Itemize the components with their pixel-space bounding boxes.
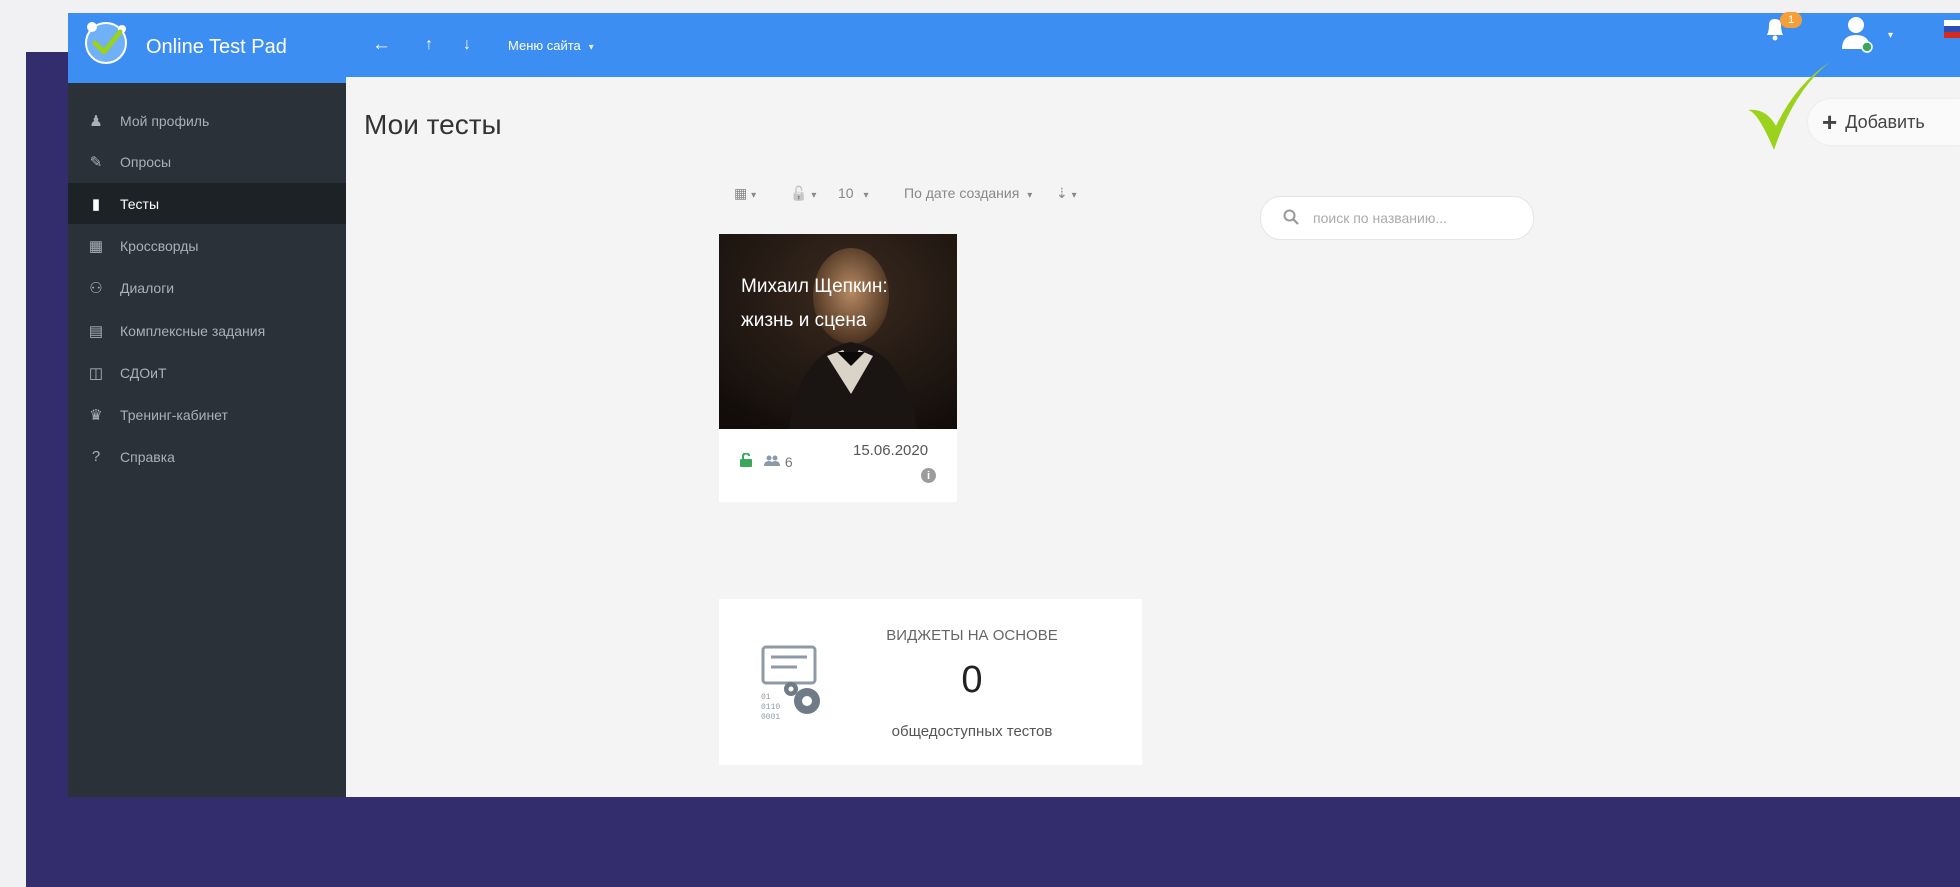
users-icon — [764, 455, 780, 466]
header-gap — [1232, 77, 1960, 85]
grid-view-icon: ▦ — [734, 185, 748, 201]
widgets-count: 0 — [961, 659, 983, 701]
tasks-icon: ▤ — [88, 322, 104, 340]
dialogs-icon: ⚇ — [89, 279, 103, 297]
brand-name[interactable]: Online Test Pad — [146, 36, 287, 59]
sidebar-item-tests[interactable]: ▮ Тесты — [68, 183, 346, 224]
sidebar-item-profile[interactable]: ♟ Мой профиль — [68, 100, 346, 141]
search-placeholder: поиск по названию... — [1313, 210, 1448, 226]
user-icon: ♟ — [89, 112, 103, 130]
chevron-down-icon: ▾ — [1027, 190, 1033, 201]
sort-label: По дате создания — [904, 185, 1020, 201]
sidebar-item-label: Диалоги — [120, 279, 175, 296]
main-content — [346, 77, 1960, 797]
add-button-label: Добавить — [1845, 111, 1925, 132]
test-card-date: 15.06.2020 — [853, 442, 929, 459]
sidebar-item-surveys[interactable]: ✎ Опросы — [68, 141, 346, 182]
sidebar-item-help[interactable]: ? Справка — [68, 436, 346, 477]
sidebar-item-label: СДОиТ — [120, 364, 167, 381]
logo-icon[interactable] — [80, 15, 132, 67]
sidebar-item-label: Тесты — [120, 195, 160, 212]
sort-direction-dropdown[interactable]: ⇣ ▾ — [1056, 185, 1077, 202]
sidebar-item-label: Комплексные задания — [120, 322, 266, 339]
test-card[interactable]: Михаил Щепкин: жизнь и сцена 6 15.06.202… — [719, 234, 957, 502]
sidebar-item-dialogs[interactable]: ⚇ Диалоги — [68, 267, 346, 308]
page-size-dropdown[interactable]: 10 ▾ — [838, 185, 869, 201]
page-size-value: 10 — [838, 185, 854, 201]
participants-count: 6 — [764, 454, 793, 470]
chevron-down-icon: ▾ — [751, 190, 757, 201]
unlock-icon: 🔓 — [790, 185, 808, 201]
user-avatar-icon[interactable] — [1836, 13, 1876, 53]
sidebar-item-sdoit[interactable]: ◫ СДОиТ — [68, 352, 346, 393]
search-input[interactable]: поиск по названию... — [1260, 196, 1534, 240]
view-mode-dropdown[interactable]: ▦ ▾ — [734, 185, 756, 202]
access-filter-dropdown[interactable]: 🔓 ▾ — [790, 185, 816, 202]
survey-icon: ✎ — [89, 153, 103, 171]
sidebar-item-label: Кроссворды — [120, 237, 199, 254]
info-icon[interactable]: i — [921, 468, 936, 483]
svg-text:0001: 0001 — [761, 713, 780, 722]
sidebar-item-label: Справка — [120, 448, 175, 465]
move-down-icon[interactable]: ↓ — [463, 36, 471, 54]
widgets-heading: ВИДЖЕТЫ НА ОСНОВЕ — [886, 627, 1058, 644]
notification-badge: 1 — [1780, 12, 1802, 28]
svg-text:0110: 0110 — [761, 703, 780, 712]
chevron-down-icon: ▾ — [863, 190, 869, 201]
chevron-down-icon: ▾ — [811, 190, 817, 201]
sidebar-item-training[interactable]: ♛ Тренинг-кабинет — [68, 394, 346, 435]
sidebar-item-label: Опросы — [120, 153, 172, 170]
test-card-title: Михаил Щепкин: жизнь и сцена — [741, 276, 888, 331]
graduation-icon: ♛ — [89, 406, 103, 424]
top-margin — [0, 0, 1960, 13]
check-mark-icon — [1748, 62, 1830, 150]
chevron-down-icon: ▾ — [588, 42, 594, 53]
top-bar — [68, 13, 1960, 83]
svg-text:01: 01 — [761, 693, 771, 702]
sdoit-icon: ◫ — [88, 364, 104, 382]
grid-icon: ▦ — [88, 237, 104, 255]
widgets-panel[interactable]: 01 0110 0001 ВИДЖЕТЫ НА ОСНОВЕ 0 общедос… — [719, 599, 1142, 765]
user-menu-chevron-icon[interactable]: ▾ — [1888, 30, 1893, 41]
widget-code-icon: 01 0110 0001 — [761, 645, 820, 722]
move-up-icon[interactable]: ↑ — [425, 36, 433, 54]
russian-flag-icon[interactable] — [1944, 20, 1960, 38]
back-arrow-icon[interactable]: ← — [372, 34, 391, 56]
widgets-subtitle: общедоступных тестов — [891, 723, 1053, 740]
chevron-down-icon: ▾ — [1071, 190, 1077, 201]
sidebar-item-complex-tasks[interactable]: ▤ Комплексные задания — [68, 310, 346, 351]
sidebar-item-label: Тренинг-кабинет — [120, 406, 228, 423]
site-menu-label: Меню сайта — [508, 38, 581, 53]
test-card-image: Михаил Щепкин: жизнь и сцена — [719, 234, 957, 429]
users-count: 6 — [784, 454, 793, 470]
sidebar-item-crosswords[interactable]: ▦ Кроссворды — [68, 225, 346, 266]
search-icon — [1283, 209, 1299, 228]
sidebar-item-label: Мой профиль — [120, 112, 210, 129]
page-title: Мои тесты — [364, 109, 502, 140]
unlock-icon — [740, 452, 752, 471]
help-icon: ? — [91, 448, 101, 465]
site-menu-dropdown[interactable]: Меню сайта ▾ — [508, 38, 594, 53]
sort-order-icon: ⇣ — [1056, 185, 1068, 201]
sort-dropdown[interactable]: По дате создания ▾ — [904, 185, 1032, 201]
tests-icon: ▮ — [91, 195, 101, 213]
